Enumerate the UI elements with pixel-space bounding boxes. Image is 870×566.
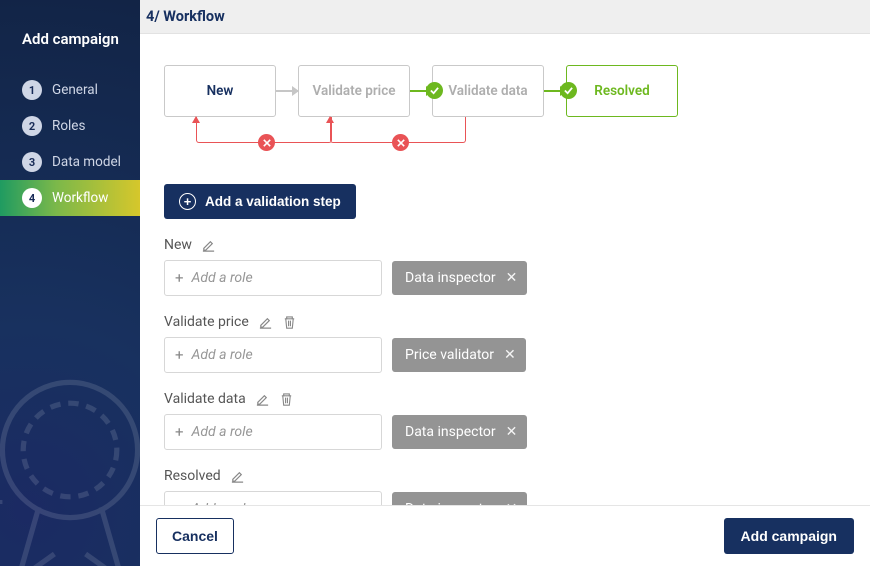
chip-label: Data inspector	[405, 424, 496, 440]
role-chip: Price validator ✕	[392, 338, 526, 372]
remove-role-icon[interactable]: ✕	[506, 502, 518, 505]
role-chip: Data inspector ✕	[392, 261, 527, 295]
step-label: Roles	[52, 118, 85, 134]
remove-role-icon[interactable]: ✕	[504, 348, 516, 362]
failure-icon	[392, 134, 409, 151]
success-icon	[560, 82, 577, 99]
plus-icon: +	[175, 271, 184, 286]
page-title: 4/ Workflow	[146, 8, 225, 25]
step-number: 4	[22, 188, 42, 208]
step-name: New	[164, 237, 192, 253]
main: 4/ Workflow New Validate price Validate …	[140, 0, 870, 566]
add-role-input[interactable]: + Add a role	[164, 414, 382, 450]
edit-icon[interactable]	[230, 469, 245, 484]
step-label: General	[52, 82, 98, 98]
plus-circle-icon: +	[179, 193, 196, 210]
step-workflow[interactable]: 4 Workflow	[0, 180, 140, 216]
delete-icon[interactable]	[282, 315, 297, 330]
step-block-validate-data: Validate data + Add a role Data inspecto…	[164, 391, 846, 450]
edit-icon[interactable]	[258, 315, 273, 330]
step-name: Validate price	[164, 314, 249, 330]
chip-label: Price validator	[405, 347, 494, 363]
step-general[interactable]: 1 General	[0, 72, 140, 108]
failure-icon	[258, 134, 275, 151]
success-icon	[426, 82, 443, 99]
step-block-validate-price: Validate price + Add a role Price valida…	[164, 314, 846, 373]
placeholder: Add a role	[192, 270, 253, 286]
placeholder: Add a role	[192, 424, 253, 440]
remove-role-icon[interactable]: ✕	[506, 271, 518, 285]
add-role-input[interactable]: + Add a role	[164, 260, 382, 296]
workflow-diagram: New Validate price Validate data Resolve…	[164, 60, 846, 170]
role-chip: Data inspector ✕	[392, 492, 527, 505]
step-label: Data model	[52, 154, 121, 170]
step-roles[interactable]: 2 Roles	[0, 108, 140, 144]
step-name: Validate data	[164, 391, 246, 407]
add-role-input[interactable]: + Add a role	[164, 337, 382, 373]
wf-node-validate-price[interactable]: Validate price	[298, 65, 410, 117]
plus-icon: +	[175, 425, 184, 440]
step-block-new: New + Add a role Data inspector ✕	[164, 237, 846, 296]
step-number: 1	[22, 80, 42, 100]
wf-node-new[interactable]: New	[164, 65, 276, 117]
footer: Cancel Add campaign	[140, 505, 870, 566]
add-campaign-button[interactable]: Add campaign	[724, 518, 854, 554]
ribbon-decor-icon	[0, 346, 140, 566]
add-role-input[interactable]: + Add a role	[164, 491, 382, 505]
step-name: Resolved	[164, 468, 221, 484]
plus-icon: +	[175, 348, 184, 363]
step-data-model[interactable]: 3 Data model	[0, 144, 140, 180]
edit-icon[interactable]	[255, 392, 270, 407]
step-label: Workflow	[52, 190, 108, 206]
remove-role-icon[interactable]: ✕	[506, 425, 518, 439]
edit-icon[interactable]	[201, 238, 216, 253]
role-chip: Data inspector ✕	[392, 415, 527, 449]
wf-node-validate-data[interactable]: Validate data	[432, 65, 544, 117]
delete-icon[interactable]	[279, 392, 294, 407]
wf-edge-new-to-vprice	[276, 90, 298, 92]
add-validation-step-button[interactable]: + Add a validation step	[164, 184, 356, 219]
step-block-resolved: Resolved + Add a role Data inspector ✕	[164, 468, 846, 505]
step-number: 2	[22, 116, 42, 136]
sidebar: Add campaign 1 General 2 Roles 3 Data mo…	[0, 0, 140, 566]
cancel-button[interactable]: Cancel	[156, 518, 234, 554]
placeholder: Add a role	[192, 347, 253, 363]
sidebar-title: Add campaign	[0, 0, 140, 72]
wf-node-resolved[interactable]: Resolved	[566, 65, 678, 117]
wizard-steps: 1 General 2 Roles 3 Data model 4 Workflo…	[0, 72, 140, 216]
step-number: 3	[22, 152, 42, 172]
chip-label: Data inspector	[405, 270, 496, 286]
page-header: 4/ Workflow	[140, 0, 870, 34]
content: New Validate price Validate data Resolve…	[140, 34, 870, 505]
add-step-label: Add a validation step	[205, 194, 341, 209]
